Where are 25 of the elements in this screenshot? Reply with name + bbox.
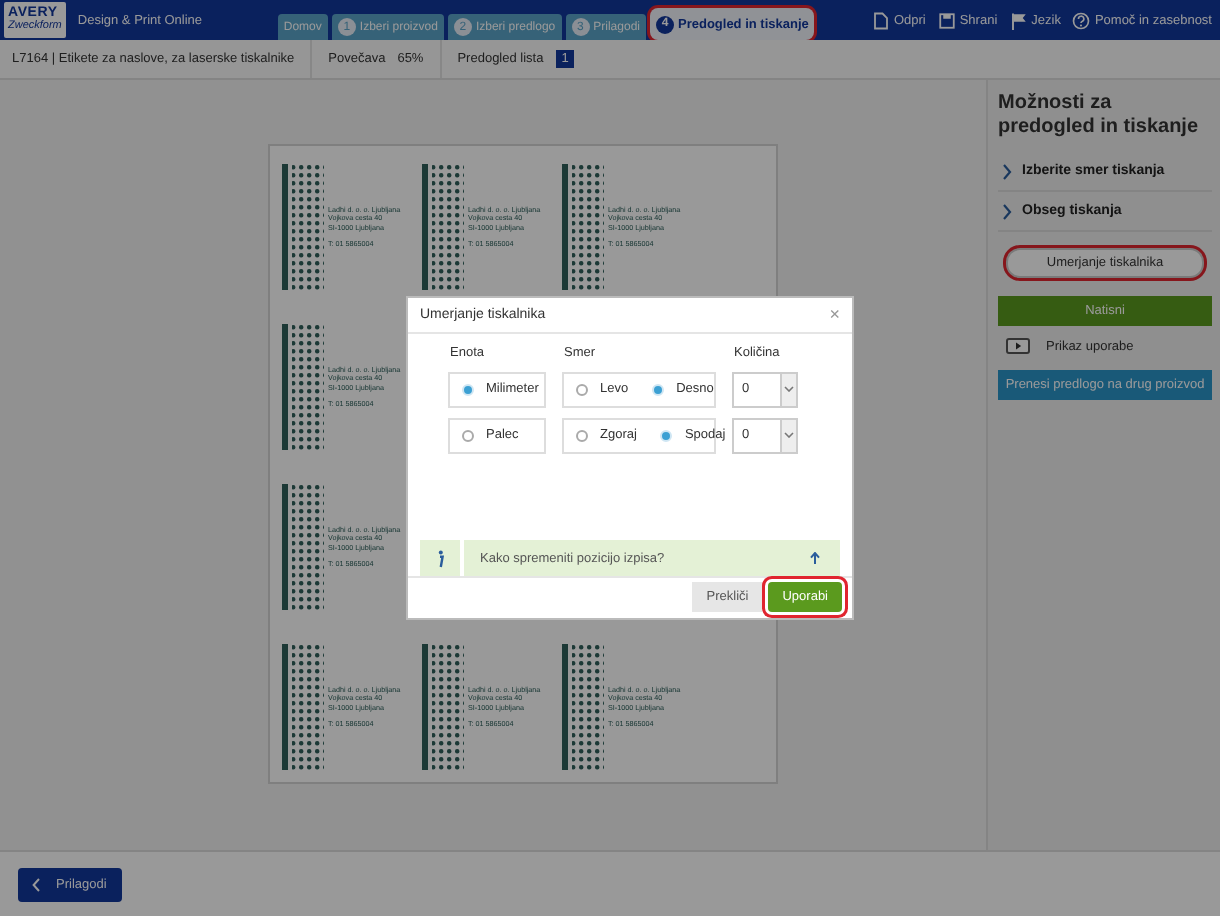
chevron-left-icon bbox=[32, 877, 40, 891]
label-pattern-drawing bbox=[562, 164, 604, 290]
chevron-right-icon bbox=[1002, 203, 1012, 219]
arrow-up-icon bbox=[810, 552, 820, 565]
label-pattern-drawing bbox=[282, 644, 324, 770]
help-icon bbox=[1072, 11, 1091, 29]
info-icon bbox=[436, 549, 444, 568]
caret-down-icon bbox=[784, 432, 794, 439]
play-icon bbox=[1006, 338, 1030, 354]
chevron-right-icon bbox=[1002, 163, 1012, 179]
label-pattern-drawing bbox=[422, 644, 464, 770]
sidebar-title: Možnosti za predogled in tiskanje bbox=[998, 92, 1201, 140]
open-file-icon bbox=[871, 11, 890, 29]
radio-button[interactable] bbox=[576, 383, 588, 396]
flag-icon bbox=[1009, 11, 1028, 29]
radio-button[interactable] bbox=[462, 429, 474, 442]
close-button[interactable]: × bbox=[829, 304, 840, 325]
label-pattern-drawing bbox=[422, 164, 464, 290]
label-pattern-drawing bbox=[282, 324, 324, 450]
label-pattern-drawing bbox=[282, 164, 324, 290]
label-pattern-drawing bbox=[562, 644, 604, 770]
label-pattern-drawing bbox=[282, 484, 324, 610]
save-icon bbox=[937, 11, 956, 29]
radio-button[interactable] bbox=[576, 429, 588, 442]
caret-down-icon bbox=[784, 386, 794, 393]
